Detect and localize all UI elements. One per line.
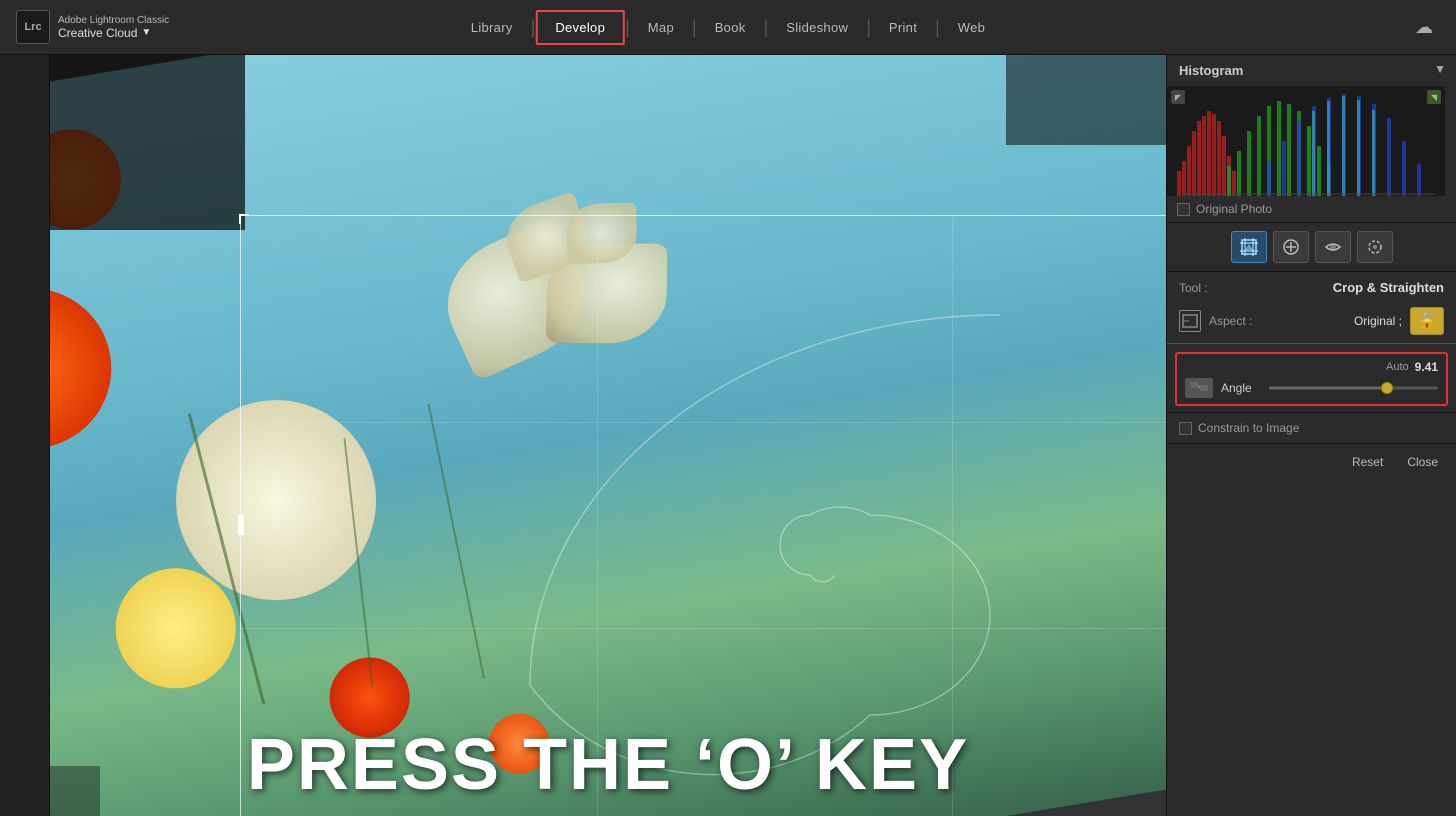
histogram-dropdown-icon[interactable]: ▼ (1430, 58, 1450, 80)
app-subtitle: Creative Cloud ▼ (58, 26, 169, 40)
masking-icon (1366, 238, 1384, 256)
flower-yellow (107, 559, 245, 697)
image-area[interactable]: PRESS THE ‘O’ KEY (50, 55, 1166, 816)
topbar-left: Lrc Adobe Lightroom Classic Creative Clo… (16, 10, 169, 44)
aspect-label: Aspect : (1209, 314, 1252, 328)
nav-item-develop[interactable]: Develop (535, 10, 625, 45)
lrc-logo: Lrc (16, 10, 50, 44)
angle-icon (1185, 378, 1213, 398)
aspect-left: Aspect : (1179, 310, 1354, 332)
histogram-clip-highlights-icon[interactable]: ◥ (1427, 90, 1441, 104)
aspect-row: Aspect : Original ; 🔒 (1167, 303, 1456, 344)
nav-item-book[interactable]: Book (697, 12, 764, 43)
nav-item-web[interactable]: Web (940, 12, 1003, 43)
butterfly-2-wing-r (566, 202, 637, 264)
app-name: Adobe Lightroom Classic Creative Cloud ▼ (58, 15, 169, 40)
flower-white-1 (161, 385, 391, 615)
nav-item-map[interactable]: Map (630, 12, 692, 43)
masking-tool-button[interactable] (1357, 231, 1393, 263)
reset-button[interactable]: Reset (1346, 452, 1389, 472)
butterfly-2 (502, 190, 637, 308)
healing-tool-button[interactable] (1273, 231, 1309, 263)
flower-orange-1 (50, 276, 123, 460)
histogram-clip-shadows-icon[interactable]: ◤ (1171, 90, 1185, 104)
left-panel (0, 55, 50, 816)
close-button[interactable]: Close (1401, 452, 1444, 472)
angle-slider-container (1269, 380, 1438, 396)
nav-item-print[interactable]: Print (871, 12, 935, 43)
red-eye-icon (1324, 238, 1342, 256)
press-o-key-overlay: PRESS THE ‘O’ KEY (247, 724, 969, 806)
main: PRESS THE ‘O’ KEY Histogram ▼ ◤ ◥ (0, 55, 1456, 816)
topbar-right: ☁ (1408, 11, 1440, 43)
auto-value: 9.41 (1415, 360, 1438, 374)
aspect-icon (1179, 310, 1201, 332)
stem-3 (428, 404, 485, 679)
crop-icon (1240, 238, 1258, 256)
histogram-bars (1167, 86, 1445, 196)
original-photo-label: Original Photo (1196, 202, 1272, 216)
nav-item-slideshow[interactable]: Slideshow (768, 12, 866, 43)
histogram-canvas: ◤ ◥ (1167, 86, 1445, 196)
histogram-header: Histogram ▼ (1167, 55, 1456, 86)
app-title: Adobe Lightroom Classic (58, 15, 169, 26)
bottom-buttons: Reset Close (1167, 443, 1456, 480)
nav-sep-1: | (531, 18, 536, 36)
angle-row: Angle (1185, 378, 1438, 398)
tool-info-row: Tool : Crop & Straighten (1167, 272, 1456, 303)
histogram-title: Histogram (1173, 57, 1249, 80)
dark-corner-tr (1006, 55, 1166, 145)
crop-tool-button[interactable] (1231, 231, 1267, 263)
aspect-ratio-icon (1182, 314, 1198, 328)
angle-top-row: Auto 9.41 (1185, 360, 1438, 374)
tool-name: Crop & Straighten (1333, 280, 1444, 295)
nav-links: Library | Develop | Map | Book | Slidesh… (453, 10, 1003, 45)
dark-corner-bl (50, 766, 100, 816)
right-panel: Histogram ▼ ◤ ◥ (1166, 55, 1456, 816)
original-photo-checkbox[interactable] (1177, 203, 1190, 216)
topbar: Lrc Adobe Lightroom Classic Creative Clo… (0, 0, 1456, 55)
original-photo-row: Original Photo (1167, 196, 1456, 223)
angle-tool-icon (1189, 381, 1209, 395)
dark-corner-tl (50, 55, 245, 230)
stem-1 (188, 413, 266, 704)
constrain-row: Constrain to Image (1167, 412, 1456, 443)
tool-icons-row (1167, 223, 1456, 272)
red-eye-tool-button[interactable] (1315, 231, 1351, 263)
dropdown-icon[interactable]: ▼ (141, 27, 151, 38)
tool-label: Tool : (1179, 281, 1208, 295)
angle-label: Angle (1221, 381, 1261, 395)
healing-icon (1282, 238, 1300, 256)
constrain-to-image-label: Constrain to Image (1198, 421, 1299, 435)
stem-2 (343, 438, 373, 687)
angle-section: Auto 9.41 Angle (1175, 352, 1448, 406)
auto-label: Auto (1386, 361, 1409, 373)
aspect-lock-button[interactable]: 🔒 (1410, 307, 1444, 335)
cloud-icon[interactable]: ☁ (1408, 11, 1440, 43)
nav-item-library[interactable]: Library (453, 12, 531, 43)
constrain-to-image-checkbox[interactable] (1179, 422, 1192, 435)
aspect-value: Original ; (1354, 314, 1402, 328)
